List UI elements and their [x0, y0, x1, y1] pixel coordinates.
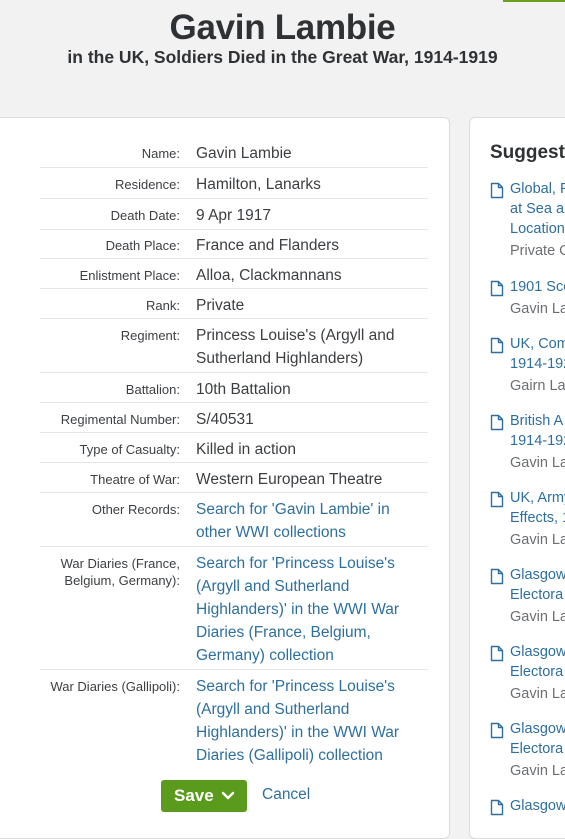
suggested-item-subtitle: Gavin La [510, 763, 565, 779]
record-row-other-records: Other Records: Search for 'Gavin Lambie'… [40, 493, 428, 547]
cancel-link[interactable]: Cancel [262, 786, 310, 804]
page-title: Gavin Lambie [169, 8, 396, 47]
record-row-rank: Rank: Private [40, 289, 428, 319]
field-label: Type of Casualty: [79, 442, 180, 457]
page-header: Gavin Lambie in the UK, Soldiers Died in… [0, 0, 565, 117]
record-row-death-date: Death Date: 9 Apr 1917 [40, 199, 428, 230]
field-value: Gavin Lambie [196, 145, 292, 162]
document-icon [490, 722, 504, 739]
field-value: Private [196, 297, 245, 314]
record-row-regiment: Regiment: Princess Louise's (Argyll and … [40, 319, 428, 373]
suggested-item-title[interactable]: British A 1914-192 [510, 411, 565, 451]
suggested-item-subtitle: Gairn La [510, 378, 565, 394]
suggested-item-title[interactable]: Glasgow Electora [510, 565, 565, 605]
field-label: Regiment: [120, 328, 180, 343]
other-records-link[interactable]: Search for 'Gavin Lambie' in other WWI c… [196, 498, 426, 544]
war-diaries-gallipoli-link[interactable]: Search for 'Princess Louise's (Argyll an… [196, 675, 426, 767]
record-row-battalion: Battalion: 10th Battalion [40, 373, 428, 403]
field-value: S/40531 [196, 411, 254, 428]
suggested-item-subtitle: Gavin La [510, 301, 565, 317]
record-row-death-place: Death Place: France and Flanders [40, 229, 428, 259]
field-label: Regimental Number: [60, 412, 180, 427]
record-row-type-of-casualty: Type of Casualty: Killed in action [40, 433, 428, 463]
field-value: 9 Apr 1917 [196, 207, 271, 224]
suggested-item-title[interactable]: Glasgow [510, 796, 565, 816]
field-label: War Diaries (Gallipoli): [50, 679, 180, 694]
suggested-item-title[interactable]: 1901 Sco [510, 277, 565, 297]
suggested-records-title: Suggeste [490, 142, 565, 163]
document-icon [490, 414, 504, 431]
header-accent-bar [503, 0, 565, 2]
field-label: Enlistment Place: [79, 268, 180, 283]
field-label: War Diaries (France, Belgium, Germany): [60, 556, 180, 588]
field-label: Rank: [146, 298, 180, 313]
suggested-item-title[interactable]: Glasgow Electora [510, 642, 565, 682]
document-icon [490, 182, 504, 199]
document-icon [490, 491, 504, 508]
field-label: Residence: [114, 177, 180, 192]
suggested-item-subtitle: Gavin La [510, 455, 565, 471]
save-button[interactable]: Save [161, 780, 247, 812]
record-row-war-diaries-france: War Diaries (France, Belgium, Germany): … [40, 547, 428, 670]
document-icon [490, 645, 504, 662]
suggested-item-title[interactable]: UK, Com 1914-192 [510, 334, 565, 374]
document-icon [490, 799, 504, 816]
record-row-name: Name: Gavin Lambie [40, 137, 428, 168]
suggested-item-title[interactable]: Global, F at Sea ar Location [510, 179, 565, 239]
save-button-label: Save [174, 786, 214, 805]
record-row-enlistment-place: Enlistment Place: Alloa, Clackmannans [40, 259, 428, 289]
record-row-regimental-number: Regimental Number: S/40531 [40, 403, 428, 433]
suggested-item-title[interactable]: UK, Army Effects, 1 [510, 488, 565, 528]
suggested-item-subtitle: Gavin La [510, 686, 565, 702]
document-icon [490, 280, 504, 297]
field-value: Western European Theatre [196, 471, 383, 488]
field-value: Alloa, Clackmannans [196, 267, 342, 284]
record-row-residence: Residence: Hamilton, Lanarks [40, 168, 428, 199]
suggested-item-subtitle: Private C [510, 243, 565, 259]
suggested-item-title[interactable]: Glasgow Electora [510, 719, 565, 759]
field-value: Killed in action [196, 441, 296, 458]
page-subtitle: in the UK, Soldiers Died in the Great Wa… [67, 47, 498, 67]
document-icon [490, 568, 504, 585]
field-label: Theatre of War: [90, 472, 180, 487]
record-row-war-diaries-gallipoli: War Diaries (Gallipoli): Search for 'Pri… [40, 670, 428, 769]
field-value: France and Flanders [196, 237, 340, 254]
field-value: 10th Battalion [196, 381, 291, 398]
field-label: Battalion: [125, 382, 180, 397]
suggested-item-subtitle: Gavin La [510, 609, 565, 625]
field-value: Princess Louise's (Argyll and Sutherland… [196, 327, 395, 367]
field-label: Name: [141, 146, 180, 161]
war-diaries-france-link[interactable]: Search for 'Princess Louise's (Argyll an… [196, 552, 426, 667]
document-icon [490, 337, 504, 354]
field-label: Other Records: [91, 502, 180, 517]
suggested-item-subtitle: Gavin La [510, 532, 565, 548]
field-label: Death Place: [105, 238, 180, 253]
record-row-theatre-of-war: Theatre of War: Western European Theatre [40, 463, 428, 493]
chevron-down-icon [221, 791, 235, 800]
field-label: Death Date: [110, 208, 180, 223]
field-value: Hamilton, Lanarks [196, 176, 321, 193]
